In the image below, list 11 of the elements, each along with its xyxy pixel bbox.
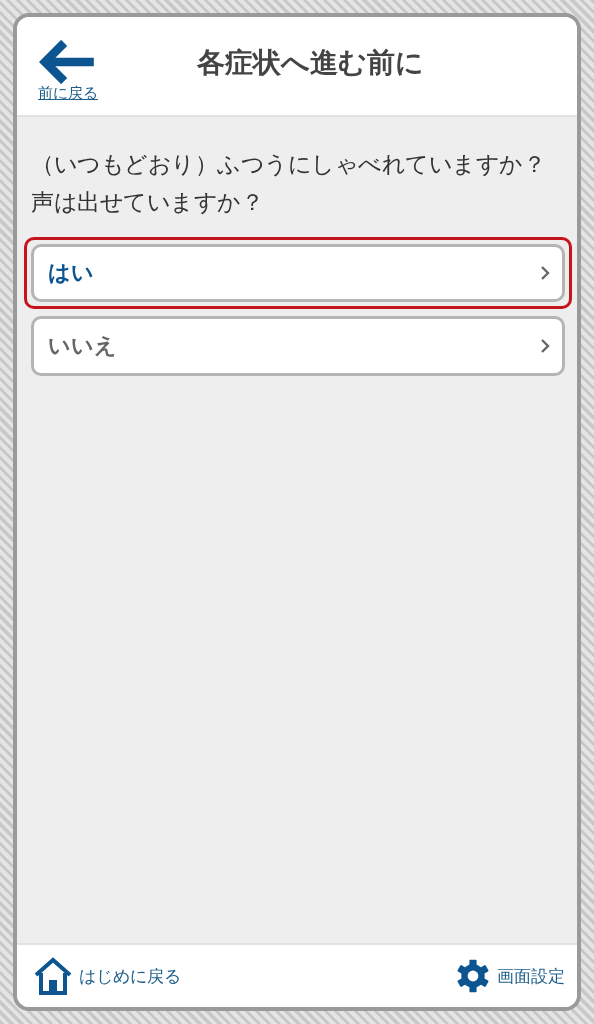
back-arrow-icon <box>39 39 97 84</box>
settings-button[interactable]: 画面設定 <box>455 958 565 994</box>
chevron-icon <box>540 265 550 281</box>
question-text: （いつもどおり）ふつうにしゃべれていますか？声は出せていますか？ <box>31 150 546 217</box>
page-title: 各症状へ進む前に <box>196 45 425 81</box>
answer-option[interactable]: はい <box>31 244 565 302</box>
home-icon <box>33 956 73 996</box>
settings-icon <box>455 958 491 994</box>
answer-option[interactable]: いいえ <box>31 316 565 376</box>
home-button[interactable]: はじめに戻る <box>33 956 181 996</box>
chevron-icon <box>540 338 550 354</box>
